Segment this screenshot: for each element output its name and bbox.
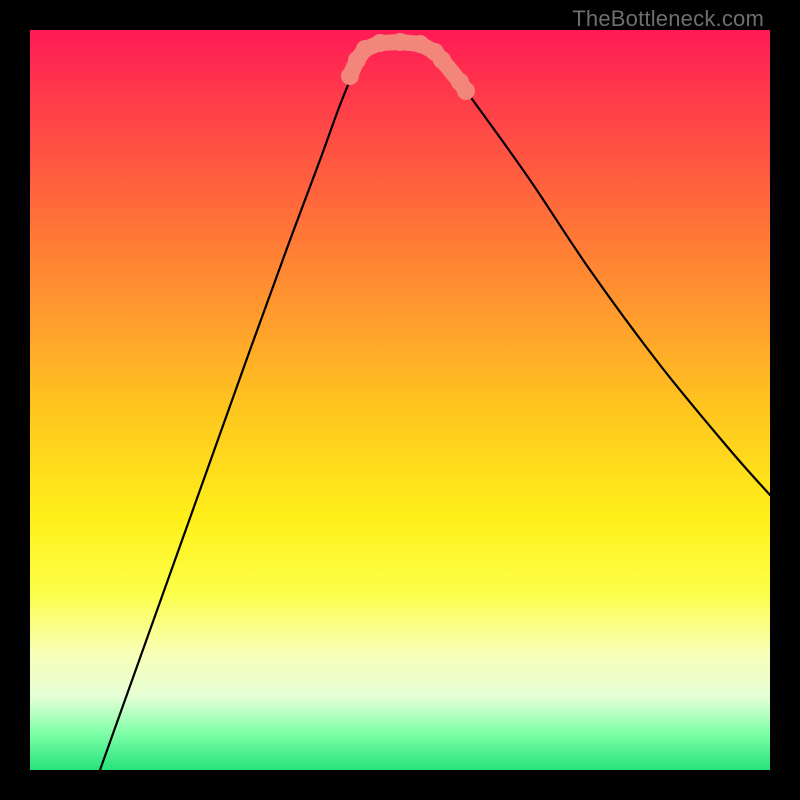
plot-area [30,30,770,770]
highlight-dot [371,34,389,52]
highlight-dot [341,67,359,85]
chart-container: TheBottleneck.com [0,0,800,800]
watermark-text: TheBottleneck.com [572,6,764,32]
bottleneck-curve [100,41,770,770]
highlight-segments [341,33,475,100]
highlight-dot [433,51,451,69]
highlight-dot [391,33,409,51]
highlight-dot [457,82,475,100]
curve-layer [30,30,770,770]
